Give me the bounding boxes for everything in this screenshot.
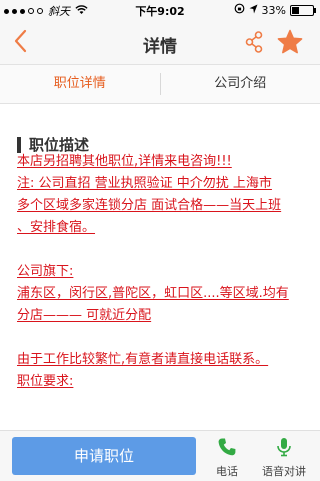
phone-label: 电话 bbox=[197, 463, 257, 479]
battery-percent: 33% bbox=[262, 4, 286, 17]
bottom-action-bar: 申请职位 电话 语音对讲 bbox=[0, 430, 320, 481]
share-icon bbox=[242, 30, 266, 54]
voice-chat-button[interactable]: 语音对讲 bbox=[254, 437, 314, 479]
description-line: 本店另招聘其他职位,详情来电咨询!!! bbox=[17, 150, 232, 169]
location-icon bbox=[249, 4, 258, 17]
description-line: 多个区域多家连锁分店 面试合格——当天上班 bbox=[17, 194, 281, 213]
microphone-icon bbox=[274, 437, 294, 457]
tab-company-intro[interactable]: 公司介绍 bbox=[161, 65, 320, 103]
job-description-content: 职位描述 本店另招聘其他职位,详情来电咨询!!! 注: 公司直招 营业执照验证 … bbox=[0, 104, 320, 430]
navigation-bar: 详情 bbox=[0, 20, 320, 65]
phone-icon bbox=[217, 437, 237, 457]
voice-chat-label: 语音对讲 bbox=[254, 463, 314, 479]
description-line: 分店——— 可就近分配 bbox=[17, 304, 151, 323]
status-bar: 斜天 下午9:02 33% bbox=[0, 0, 320, 20]
description-line: 职位要求: bbox=[17, 370, 73, 389]
phone-button[interactable]: 电话 bbox=[197, 437, 257, 479]
battery-icon bbox=[290, 5, 314, 16]
status-right: 33% bbox=[234, 3, 314, 17]
tab-bar: 职位详情 公司介绍 bbox=[0, 65, 320, 104]
page-title: 详情 bbox=[0, 32, 320, 57]
battery-fill bbox=[292, 7, 299, 14]
share-button[interactable] bbox=[242, 30, 266, 54]
description-line: 公司旗下: bbox=[17, 260, 73, 279]
orientation-lock-icon bbox=[234, 3, 245, 17]
star-icon bbox=[276, 28, 304, 56]
apply-job-button[interactable]: 申请职位 bbox=[12, 437, 196, 475]
description-line: 由于工作比较繁忙,有意者请直接电话联系。 bbox=[17, 348, 268, 367]
description-line: 浦东区，闵行区,普陀区，虹口区....等区域.均有 bbox=[17, 282, 289, 301]
tab-job-details[interactable]: 职位详情 bbox=[0, 65, 160, 103]
description-line: 、安排食宿。 bbox=[17, 216, 95, 235]
description-line: 注: 公司直招 营业执照验证 中介勿扰 上海市 bbox=[17, 172, 272, 191]
favorite-button[interactable] bbox=[276, 28, 304, 56]
